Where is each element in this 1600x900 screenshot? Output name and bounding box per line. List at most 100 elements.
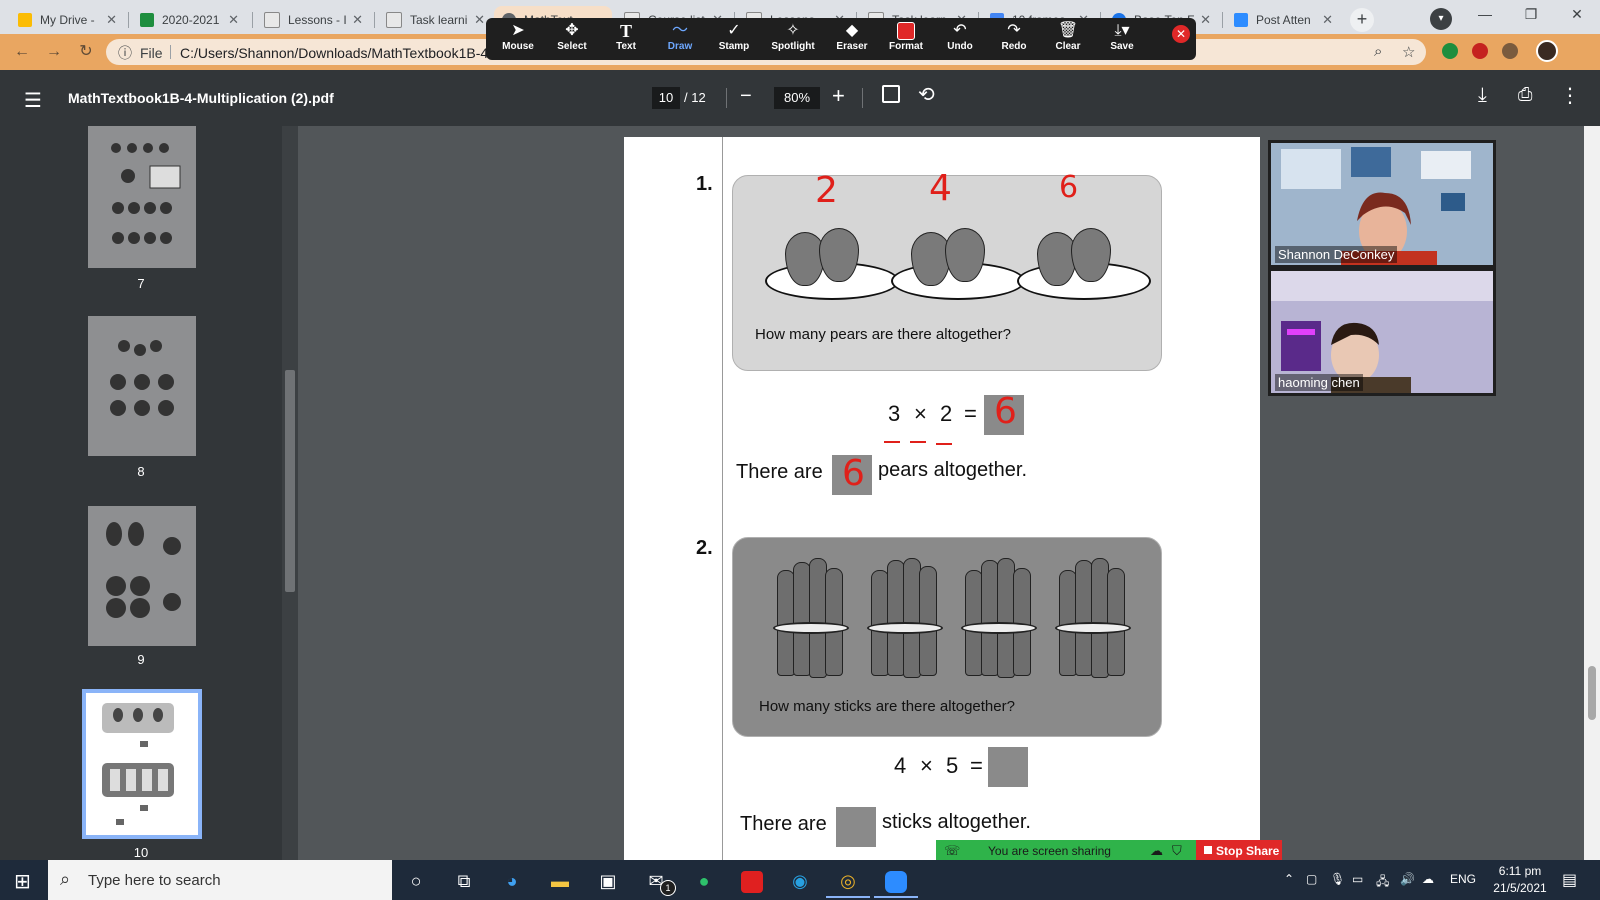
drag-handle-icon[interactable]: ☏ xyxy=(944,843,960,859)
browser-tab[interactable]: Post Atten ✕ xyxy=(1226,6,1341,34)
screen-sharing-banner[interactable]: ☏ You are screen sharing ☁ ⛉ xyxy=(936,840,1196,862)
page-thumbnail[interactable] xyxy=(88,316,196,456)
store-icon[interactable]: ▣ xyxy=(586,864,630,898)
zoom-in-icon[interactable]: + xyxy=(832,83,845,109)
document-scrollbar-thumb[interactable] xyxy=(1588,666,1596,720)
show-hidden-icons[interactable]: ⌃ xyxy=(1284,872,1294,886)
file-explorer-icon[interactable]: ▬ xyxy=(538,864,582,898)
page-number-input[interactable]: 10 xyxy=(652,87,680,109)
profile-avatar[interactable] xyxy=(1536,40,1558,62)
tool-stamp[interactable]: ✓ Stamp xyxy=(706,21,762,52)
document-scrollbar[interactable] xyxy=(1584,126,1600,860)
close-tab-icon[interactable]: ✕ xyxy=(1200,12,1211,28)
tool-format[interactable]: Format xyxy=(878,21,934,52)
download-icon[interactable]: ⤓ xyxy=(1478,84,1487,107)
participant-name: Shannon DeConkey xyxy=(1275,246,1398,263)
rotate-icon[interactable]: ⟲ xyxy=(918,82,935,107)
selected-thumbnail-frame[interactable] xyxy=(82,689,202,839)
restore-icon[interactable]: ❐ xyxy=(1508,0,1554,30)
browser-tab[interactable]: 2020-2021 ✕ xyxy=(132,6,247,34)
tab-title: Lessons - I xyxy=(288,13,347,27)
stop-share-button[interactable]: Stop Share xyxy=(1196,840,1282,862)
forward-icon[interactable]: → xyxy=(44,42,64,62)
search-placeholder: Type here to search xyxy=(88,872,221,889)
red-underline xyxy=(936,443,952,445)
tool-undo[interactable]: ↶ Undo xyxy=(932,21,988,52)
bookmark-star-icon[interactable]: ☆ xyxy=(1402,43,1415,61)
close-tab-icon[interactable]: ✕ xyxy=(106,12,117,28)
minimize-icon[interactable]: — xyxy=(1462,0,1508,30)
sidebar-scrollbar-thumb[interactable] xyxy=(285,370,295,592)
zoom-magnifier-icon[interactable]: ⌕ xyxy=(1374,43,1382,60)
browser-tab[interactable]: My Drive - ✕ xyxy=(10,6,125,34)
microphone-icon[interactable]: 🎙 xyxy=(1330,872,1345,886)
new-tab-button[interactable]: + xyxy=(1350,8,1374,32)
close-tab-icon[interactable]: ✕ xyxy=(474,12,485,28)
meet-now-icon[interactable]: ▢ xyxy=(1306,872,1317,886)
url-text[interactable]: C:/Users/Shannon/Downloads/MathTextbook1… xyxy=(180,45,488,61)
close-tab-icon[interactable]: ✕ xyxy=(352,12,363,28)
thumbnail-preview xyxy=(106,522,181,618)
page-thumbnail[interactable] xyxy=(88,506,196,646)
notifications-icon[interactable]: ▤ xyxy=(1562,870,1577,890)
puzzle-icon[interactable] xyxy=(1502,43,1518,59)
tool-eraser[interactable]: ◆ Eraser xyxy=(824,21,880,52)
participant-video[interactable]: Shannon DeConkey xyxy=(1268,140,1496,268)
menu-icon[interactable]: ☰ xyxy=(24,88,42,113)
clock-time[interactable]: 6:11 pm xyxy=(1490,864,1550,878)
handwritten-answer: 6 xyxy=(994,391,1017,432)
browser-tab[interactable]: Lessons - I ✕ xyxy=(256,6,371,34)
task-view-icon[interactable]: ⧉ xyxy=(442,864,486,898)
edge-icon[interactable]: ◕ xyxy=(490,864,534,898)
back-icon[interactable]: ← xyxy=(12,42,32,62)
tool-mouse[interactable]: ➤ Mouse xyxy=(490,21,546,52)
page-total: / 12 xyxy=(684,90,706,105)
tab-search-icon[interactable]: ▾ xyxy=(1430,8,1452,30)
info-icon[interactable]: ⓘ xyxy=(118,43,132,63)
mouse-pointer-icon: ➤ xyxy=(511,22,525,39)
taskbar-search[interactable]: ⌕ Type here to search xyxy=(48,860,392,900)
messaging-app-icon[interactable]: ● xyxy=(682,864,726,898)
tool-redo[interactable]: ↷ Redo xyxy=(986,21,1042,52)
close-annotation-icon[interactable]: ✕ xyxy=(1172,25,1190,43)
stamp-icon: ✓ xyxy=(727,22,741,39)
network-icon[interactable]: 🖧 xyxy=(1376,872,1389,893)
battery-icon[interactable]: ▭ xyxy=(1352,872,1363,886)
close-window-icon[interactable]: ✕ xyxy=(1554,0,1600,30)
answer-box: 6 xyxy=(832,453,872,495)
tool-select[interactable]: ✥ Select xyxy=(544,21,600,52)
zoom-app-icon[interactable] xyxy=(874,864,918,898)
fit-to-page-icon[interactable] xyxy=(882,85,900,103)
zoom-annotation-toolbar: ➤ Mouse ✥ Select T Text 〜 Draw ✓ Stamp ✧ Spotl… xyxy=(486,18,1196,60)
close-tab-icon[interactable]: ✕ xyxy=(1322,12,1333,28)
clock-date[interactable]: 21/5/2021 xyxy=(1490,881,1550,895)
print-icon[interactable]: ⎙ xyxy=(1518,84,1532,105)
sheets-icon xyxy=(140,13,154,27)
ublock-icon[interactable] xyxy=(1472,43,1488,59)
stick-bundle xyxy=(961,558,1037,680)
tool-save[interactable]: ⤓▾ Save xyxy=(1094,21,1150,52)
page-thumbnail[interactable] xyxy=(88,126,196,268)
app-icon[interactable] xyxy=(730,864,774,898)
more-options-icon[interactable]: ⋮ xyxy=(1560,83,1580,108)
tool-text[interactable]: T Text xyxy=(598,21,654,52)
stick-bundle xyxy=(773,558,849,680)
participant-video[interactable]: haoming chen xyxy=(1268,268,1496,396)
tool-clear[interactable]: 🗑 Clear xyxy=(1040,21,1096,52)
zoom-out-icon[interactable]: − xyxy=(740,85,752,108)
reload-icon[interactable]: ↻ xyxy=(76,42,96,62)
close-tab-icon[interactable]: ✕ xyxy=(228,12,239,28)
app-icon[interactable]: ◉ xyxy=(778,864,822,898)
language-indicator[interactable]: ENG xyxy=(1450,872,1476,886)
windows-start-icon[interactable]: ⊞ xyxy=(14,869,31,894)
volume-icon[interactable]: 🔊 xyxy=(1400,872,1415,886)
mail-icon[interactable]: ✉ 1 xyxy=(634,864,678,898)
extension-icon[interactable] xyxy=(1442,43,1458,59)
onedrive-icon[interactable]: ☁ xyxy=(1422,872,1434,886)
tool-draw[interactable]: 〜 Draw xyxy=(652,21,708,52)
tool-spotlight[interactable]: ✧ Spotlight xyxy=(760,21,826,52)
chrome-icon[interactable]: ◎ xyxy=(826,864,870,898)
zoom-level-input[interactable]: 80% xyxy=(774,87,820,109)
cortana-icon[interactable]: ○ xyxy=(394,864,438,898)
browser-tab[interactable]: Task learni ✕ xyxy=(378,6,493,34)
